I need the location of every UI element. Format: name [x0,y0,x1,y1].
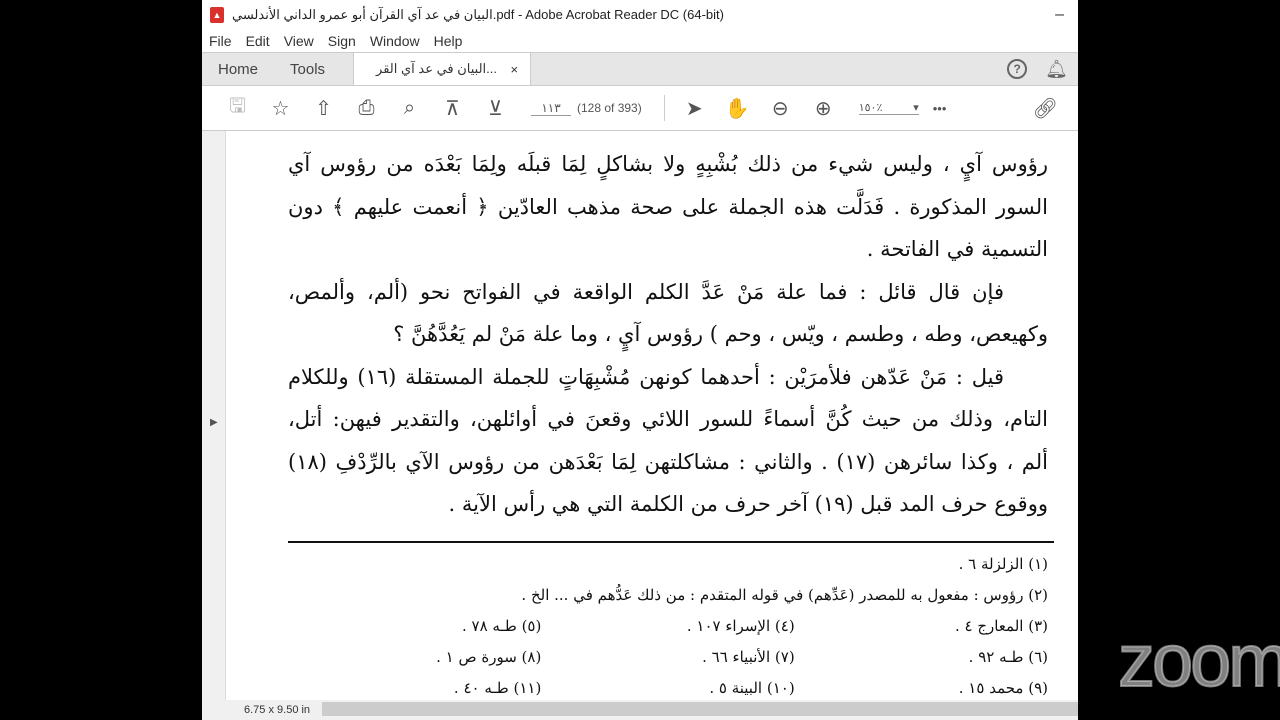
horizontal-scrollbar[interactable] [322,702,1078,716]
page-body-text: رؤوس آيٍ ، وليس شيء من ذلك بُشْبِهٍ ولا … [288,143,1048,526]
help-icon[interactable]: ? [1007,59,1028,79]
menu-window[interactable]: Window [370,33,420,49]
menu-help[interactable]: Help [434,33,463,49]
menu-sign[interactable]: Sign [328,33,356,49]
tab-tools[interactable]: Tools [274,53,341,85]
zoom-out-icon[interactable]: ⊖ [759,96,802,121]
text-line: ووقوع حرف المد قبل (١٩) آخر حرف من الكلم… [448,492,1048,516]
toolbar-divider [663,95,665,121]
select-cursor-icon[interactable]: ➤ [673,96,716,121]
chevron-down-icon: ▾ [913,102,919,114]
menu-bar: File Edit View Sign Window Help [202,30,1078,52]
page-size: 6.75 x 9.50 in [244,704,311,716]
text-line: ألم ، وكذا سائرهن (١٧) . والثاني : مشاكل… [288,449,1048,474]
footnote: (٦) طـه ٩٢ . [968,648,1048,666]
tab-bar: Home Tools البيان في عد آي القر... × ? 🔔… [202,52,1078,86]
footnote: (٧) الأنبياء ٦٦ . [702,648,795,666]
print-icon[interactable]: ⎙ [345,97,388,120]
previous-page-icon[interactable]: ⊼ [431,96,474,121]
left-panel-collapsed[interactable]: ▶ [202,131,226,700]
toolbar: 🖫 ☆ ⇧ ⎙ ⌕ ⊼ ⊻ ١١٣ (128 of 393) ➤ ✋ ⊖ ⊕ ١… [202,86,1078,131]
document-view[interactable]: ▶ رؤوس آيٍ ، وليس شيء من ذلك بُشْبِهٍ ول… [202,131,1078,700]
menu-view[interactable]: View [284,33,314,49]
zoom-in-icon[interactable]: ⊕ [802,96,845,121]
bell-icon[interactable]: 🔔︎ [1045,59,1068,80]
footnote: (٨) سورة ص ١ . [436,648,542,666]
zoom-level-select[interactable]: ١٥٠٪ ▾ [858,101,919,115]
more-tools-button[interactable]: ••• [933,101,947,116]
acrobat-window: ▲ البيان في عد آي القرآن أبو عمرو الداني… [202,0,1078,720]
text-line: السور المذكورة . فَدَلَّت هذه الجملة على… [288,194,1048,219]
hand-tool-icon[interactable]: ✋ [716,96,759,121]
text-line: التام، وذلك من حيث كُنَّ أسماءً للسور ال… [288,407,1048,431]
close-tab-icon[interactable]: × [510,62,518,77]
status-bar: 6.75 x 9.50 in ‹ [202,700,1078,720]
text-line: رؤوس آيٍ ، وليس شيء من ذلك بُشْبِهٍ ولا … [288,152,1048,176]
text-line: التسمية في الفاتحة . [866,237,1048,261]
minimize-button[interactable]: – [1055,6,1064,24]
page-count: (128 of 393) [577,101,642,115]
footnote: (٥) طـه ٧٨ . [461,617,542,635]
window-title: البيان في عد آي القرآن أبو عمرو الداني ا… [232,7,724,22]
next-page-icon[interactable]: ⊻ [474,96,517,121]
zoom-watermark-logo: zoom [1117,618,1280,703]
search-icon[interactable]: ⌕ [388,97,431,120]
title-bar: ▲ البيان في عد آي القرآن أبو عمرو الداني… [202,0,1078,30]
footnote-divider [288,541,1054,543]
footnotes: (١) الزلزلة ٦ . (٢) رؤوس : مفعول به للمص… [288,549,1048,704]
text-line: فإن قال قائل : فما علة مَنْ عَدَّ الكلم … [288,279,1004,304]
text-line: قيل : مَنْ عَدّهن فلأمرَيْن : أحدهما كون… [288,364,1004,389]
acrobat-pdf-icon: ▲ [210,7,224,23]
bookmark-star-icon[interactable]: ☆ [259,96,302,121]
share-link-icon[interactable]: 🔗︎ [1033,96,1058,121]
expand-panel-icon[interactable]: ▶ [210,417,218,428]
menu-edit[interactable]: Edit [246,33,270,49]
footnote: (١) الزلزلة ٦ . [958,555,1048,573]
tab-home[interactable]: Home [202,53,274,85]
tab-document[interactable]: البيان في عد آي القر... × [353,53,532,85]
tab-document-label: البيان في عد آي القر... [376,61,498,76]
text-line: وكهيعص، وطه ، وطسم ، ويّس ، وحم ) رؤوس آ… [393,322,1048,346]
footnote: (٤) الإسراء ١٠٧ . [686,617,795,635]
footnote: (٣) المعارج ٤ . [954,617,1048,635]
page-number-input[interactable]: ١١٣ [531,101,571,116]
zoom-level-value: ١٥٠٪ [858,102,883,114]
save-icon[interactable]: 🖫 [216,91,259,125]
upload-cloud-icon[interactable]: ⇧ [302,96,345,121]
menu-file[interactable]: File [209,33,232,49]
footnote: (٢) رؤوس : مفعول به للمصدر (عَدِّهم) في … [521,586,1048,604]
